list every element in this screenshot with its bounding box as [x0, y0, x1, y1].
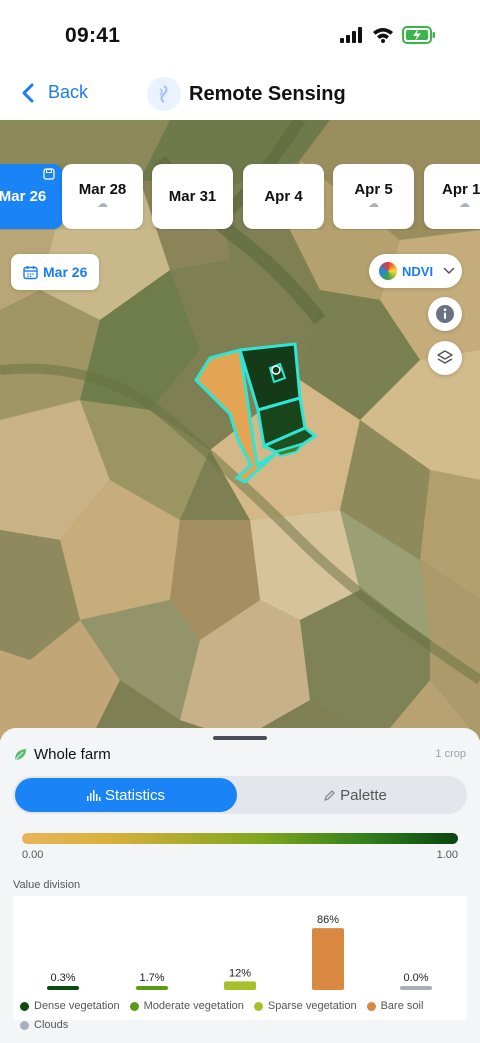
legend-item: Clouds: [20, 1017, 68, 1034]
legend-swatch: [253, 1002, 263, 1011]
index-selector[interactable]: NDVI: [369, 254, 462, 288]
pencil-icon: [324, 789, 335, 801]
legend-swatch: [20, 1002, 29, 1011]
bar-dense-vegetation: [47, 986, 79, 990]
cloud-icon: ☁: [459, 198, 470, 210]
chevron-left-icon: [22, 83, 34, 102]
bar-value-label: 12%: [229, 967, 251, 979]
battery-icon: [402, 26, 435, 44]
legend-label: Clouds: [34, 1019, 69, 1031]
cloud-icon: ☁: [97, 198, 108, 210]
back-button[interactable]: Back: [22, 82, 88, 103]
legend-swatch: [366, 1002, 376, 1011]
date-card-mar-31[interactable]: Mar 31: [152, 164, 233, 229]
legend-swatch: [20, 1021, 29, 1030]
crop-count: 1 crop: [435, 748, 466, 760]
leaf-icon: [15, 749, 26, 760]
signal-icon: [340, 27, 362, 43]
date-card-mar-26[interactable]: Mar 26: [0, 164, 63, 229]
legend-item: Sparse vegetation: [253, 998, 357, 1015]
scale-max-label: 1.00: [436, 849, 458, 861]
tab-palette[interactable]: Palette: [245, 778, 465, 812]
statistics-sheet: Whole farm 1 crop Statistics Palette 0.0…: [0, 728, 480, 1043]
status-time: 09:41: [65, 24, 121, 47]
bar-chart-icon: [86, 790, 101, 801]
date-label: Mar 26: [0, 188, 47, 205]
tab-statistics[interactable]: Statistics: [15, 778, 237, 812]
date-card-apr-14[interactable]: Apr 14 ☁: [424, 164, 480, 229]
legend-label: Bare soil: [380, 1000, 424, 1012]
status-icons: [340, 26, 436, 44]
date-card-apr-4[interactable]: Apr 4: [243, 164, 324, 229]
farm-selector[interactable]: Whole farm: [13, 746, 111, 763]
cloud-icon: ☁: [368, 198, 379, 210]
date-card-mar-28[interactable]: Mar 28 ☁: [62, 164, 143, 229]
calendar-icon: [23, 265, 38, 279]
date-label: Apr 4: [264, 188, 303, 205]
bar-value-label: 1.7%: [139, 972, 164, 984]
legend-label: Sparse vegetation: [267, 1000, 357, 1012]
legend-item: Moderate vegetation: [129, 998, 244, 1015]
nav-bar: Back Remote Sensing: [0, 70, 480, 120]
bar-value-label: 0.3%: [50, 972, 75, 984]
bar-value-label: 0.0%: [403, 972, 428, 984]
wifi-icon: [373, 28, 393, 43]
date-label: Apr 5: [354, 181, 393, 198]
view-segmented-control: Statistics Palette: [13, 776, 467, 814]
tab-palette-label: Palette: [340, 786, 387, 804]
bar-chart-svg: 0.3% 1.7% 12% 86% 0.0%: [47, 914, 432, 990]
selected-date-chip[interactable]: Mar 26: [11, 254, 99, 290]
back-label: Back: [48, 82, 89, 102]
index-label: NDVI: [402, 263, 434, 279]
bar-clouds: [400, 986, 432, 990]
date-selector: Mar 26 Mar 28 ☁ Mar 31 Apr 4 Apr 5 ☁ Apr…: [0, 164, 480, 230]
page-title: Remote Sensing: [189, 83, 346, 105]
app-logo: [147, 77, 181, 111]
layers-icon: [437, 350, 453, 364]
bar-sparse-vegetation: [224, 981, 256, 990]
tab-statistics-label: Statistics: [104, 786, 165, 804]
date-card-apr-5[interactable]: Apr 5 ☁: [333, 164, 414, 229]
legend-item: Dense vegetation: [20, 998, 120, 1015]
chevron-down-icon: [443, 267, 455, 275]
date-label: Mar 28: [78, 181, 127, 198]
farm-label: Whole farm: [34, 746, 111, 763]
ndvi-color-icon: [379, 262, 397, 280]
info-button[interactable]: [428, 297, 462, 331]
bar-value-label: 86%: [317, 914, 339, 926]
legend-label: Moderate vegetation: [143, 1000, 244, 1012]
date-label: Apr 14: [442, 181, 480, 198]
ndvi-gradient-scale: [22, 833, 458, 844]
bar-moderate-vegetation: [136, 986, 168, 990]
value-division-label: Value division: [13, 879, 81, 891]
info-icon: [436, 305, 454, 323]
sheet-drag-handle[interactable]: [213, 736, 267, 740]
date-label: Mar 31: [168, 188, 217, 205]
legend-swatch: [129, 1002, 139, 1011]
status-bar: 09:41: [0, 0, 480, 70]
layers-button[interactable]: [428, 341, 462, 375]
bar-bare-soil: [312, 928, 344, 990]
scale-min-label: 0.00: [22, 849, 44, 861]
chart-legend: Dense vegetation Moderate vegetation Spars…: [20, 998, 470, 1036]
selected-date-label: Mar 26: [43, 264, 88, 280]
legend-label: Dense vegetation: [34, 1000, 120, 1012]
save-icon: [43, 168, 55, 180]
legend-item: Bare soil: [366, 998, 424, 1015]
